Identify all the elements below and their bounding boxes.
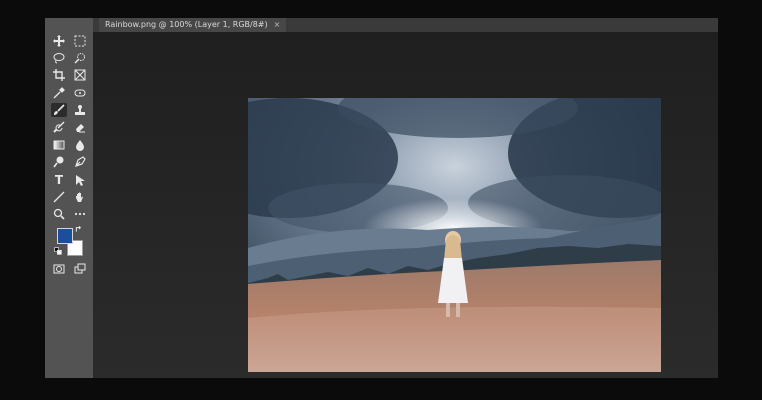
blur-tool-icon[interactable] <box>72 138 88 152</box>
path-selection-tool-icon[interactable] <box>72 173 88 187</box>
spot-healing-tool-icon[interactable] <box>72 86 88 100</box>
document-tab[interactable]: Rainbow.png @ 100% (Layer 1, RGB/8#) × <box>99 18 287 32</box>
tools-panel: T <box>45 18 93 378</box>
quick-mask-icon[interactable] <box>51 262 67 276</box>
lasso-tool-icon[interactable] <box>51 51 67 65</box>
move-tool-icon[interactable] <box>51 34 67 48</box>
close-tab-icon[interactable]: × <box>274 20 281 29</box>
type-tool-icon[interactable]: T <box>51 173 67 187</box>
screen-mode-icon[interactable] <box>72 262 88 276</box>
hand-tool-icon[interactable] <box>72 190 88 204</box>
swap-colors-icon[interactable] <box>75 225 83 233</box>
clone-stamp-tool-icon[interactable] <box>72 103 88 117</box>
brush-tool-icon[interactable] <box>51 103 67 117</box>
line-tool-icon[interactable] <box>51 190 67 204</box>
quick-selection-tool-icon[interactable] <box>72 51 88 65</box>
crop-tool-icon[interactable] <box>51 68 67 82</box>
eraser-tool-icon[interactable] <box>72 120 88 134</box>
document-tab-bar: Rainbow.png @ 100% (Layer 1, RGB/8#) × <box>93 18 718 32</box>
dodge-tool-icon[interactable] <box>51 155 67 169</box>
rectangular-marquee-tool-icon[interactable] <box>72 34 88 48</box>
field-photo <box>248 98 661 372</box>
document-tab-title: Rainbow.png @ 100% (Layer 1, RGB/8#) <box>105 20 268 29</box>
eyedropper-tool-icon[interactable] <box>51 86 67 100</box>
frame-tool-icon[interactable] <box>72 68 88 82</box>
more-tools-icon[interactable] <box>72 207 88 221</box>
history-brush-tool-icon[interactable] <box>51 120 67 134</box>
default-colors-icon[interactable] <box>54 247 62 255</box>
document-canvas-image[interactable] <box>248 98 661 372</box>
foreground-color-swatch[interactable] <box>57 228 73 244</box>
zoom-tool-icon[interactable] <box>51 207 67 221</box>
gradient-tool-icon[interactable] <box>51 138 67 152</box>
pen-tool-icon[interactable] <box>72 155 88 169</box>
